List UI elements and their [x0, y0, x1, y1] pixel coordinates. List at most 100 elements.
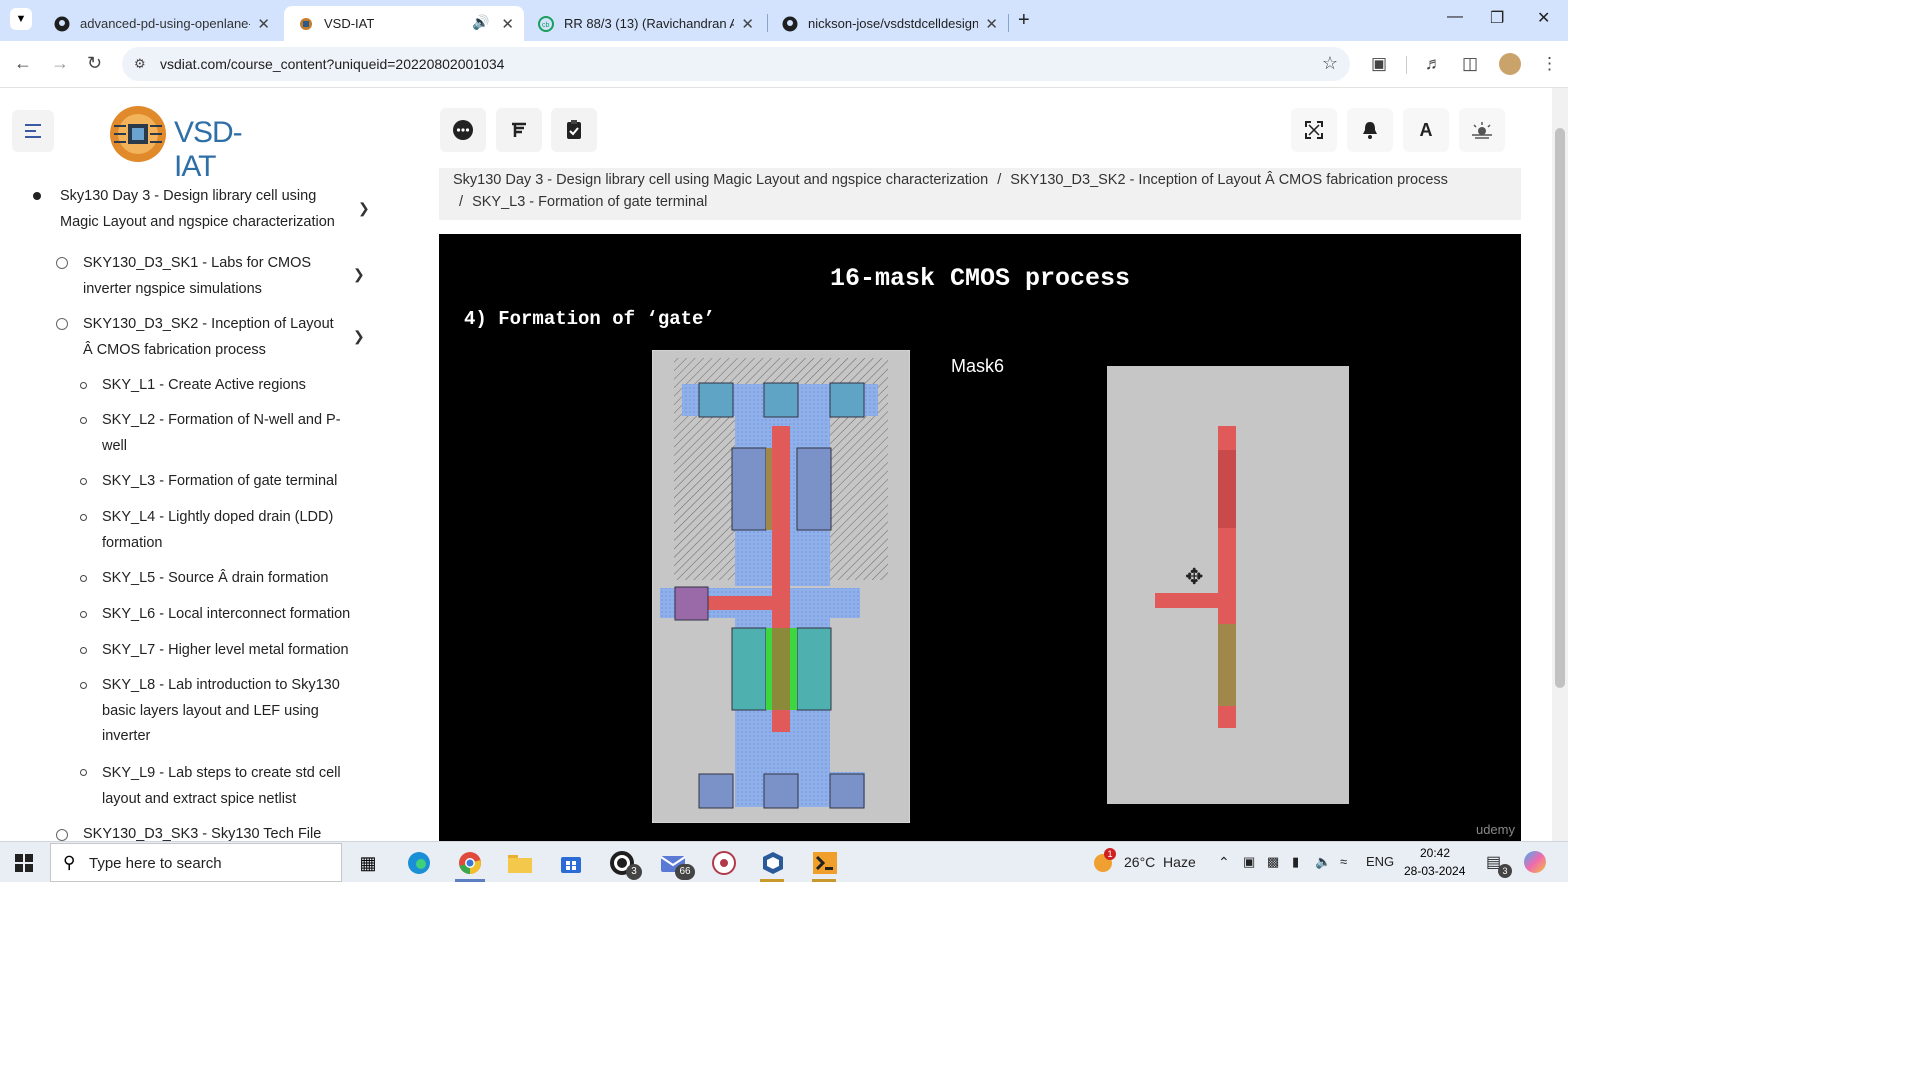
notes-icon[interactable] [496, 108, 542, 152]
tab-title: nickson-jose/vsdstdcelldesign: [808, 16, 978, 31]
sidebar-item-l6[interactable]: SKY_L6 - Local interconnect formation [102, 602, 392, 628]
new-tab-icon[interactable]: + [1018, 9, 1030, 32]
sidebar-item-sk3[interactable]: SKY130_D3_SK3 - Sky130 Tech File [83, 822, 383, 841]
close-icon[interactable]: ✕ [741, 15, 754, 33]
extensions-icon[interactable]: ▣ [1371, 54, 1387, 74]
side-panel-icon[interactable]: ◫ [1462, 54, 1478, 74]
window-close-icon[interactable]: ✕ [1537, 8, 1550, 28]
breadcrumb-separator: / [997, 172, 1002, 188]
terminal-app-icon[interactable] [810, 848, 840, 878]
small-circle-icon [80, 514, 87, 521]
sidebar-item-l5[interactable]: SKY_L5 - Source Â drain formation [102, 566, 382, 592]
site-info-icon[interactable]: ⚙ [134, 56, 146, 72]
audio-icon[interactable]: 🔊 [472, 14, 489, 31]
minimize-icon[interactable]: — [1447, 8, 1463, 26]
user-avatar[interactable]: A [1403, 108, 1449, 152]
windows-start-icon[interactable] [15, 854, 33, 877]
small-circle-icon [80, 382, 87, 389]
small-circle-icon [80, 647, 87, 654]
copilot-icon[interactable] [1524, 851, 1546, 873]
chat-icon[interactable] [440, 108, 486, 152]
camera-icon[interactable]: ▩ [1267, 854, 1279, 870]
browser-menu-icon[interactable]: ⋮ [1541, 54, 1558, 74]
theme-toggle-icon[interactable] [1459, 108, 1505, 152]
vsd-iat-logo[interactable]: VSD-IAT [104, 102, 264, 183]
breadcrumb: Sky130 Day 3 - Design library cell using… [439, 168, 1521, 220]
url-text[interactable]: vsdiat.com/course_content?uniqueid=20220… [160, 56, 504, 72]
task-view-icon[interactable]: ▦ [353, 848, 383, 878]
small-circle-icon [80, 682, 87, 689]
meet-icon[interactable]: ▣ [1243, 854, 1255, 870]
chevron-up-icon[interactable]: ⌃ [1218, 854, 1230, 871]
breadcrumb-sk2[interactable]: SKY130_D3_SK2 - Inception of Layout Â CM… [1010, 172, 1448, 188]
small-circle-icon [80, 575, 87, 582]
fullscreen-icon[interactable] [1291, 108, 1337, 152]
address-bar[interactable]: ⚙ vsdiat.com/course_content?uniqueid=202… [122, 47, 1350, 81]
clipboard-check-icon[interactable] [551, 108, 597, 152]
settings-app-icon[interactable] [709, 848, 739, 878]
clock-date[interactable]: 28-03-2024 [1404, 864, 1465, 878]
bullet-icon [33, 192, 41, 200]
tab-search-icon[interactable]: ▼ [10, 8, 32, 30]
scrollbar-thumb[interactable] [1555, 128, 1565, 688]
virtualbox-icon[interactable] [758, 848, 788, 878]
tab-vsd-iat[interactable]: VSD-IAT 🔊 ✕ [284, 6, 524, 41]
battery-icon[interactable]: ▮ [1292, 854, 1299, 870]
tab-rr[interactable]: cb RR 88/3 (13) (Ravichandran Ash ✕ [524, 6, 764, 41]
github-icon [54, 16, 70, 32]
profile-avatar[interactable] [1499, 53, 1521, 75]
chevron-right-icon[interactable]: ❯ [353, 328, 365, 345]
volume-icon[interactable]: 🔈 [1315, 854, 1331, 870]
back-icon[interactable]: ← [14, 53, 32, 74]
weather-text[interactable]: 26°C Haze [1124, 854, 1196, 870]
clock-time[interactable]: 20:42 [1420, 846, 1450, 860]
chrome-icon[interactable] [455, 848, 485, 878]
media-control-icon[interactable]: ♬ [1425, 54, 1442, 74]
breadcrumb-day3[interactable]: Sky130 Day 3 - Design library cell using… [453, 172, 988, 188]
wifi-icon[interactable]: ≈ [1340, 854, 1347, 869]
edge-icon[interactable] [404, 848, 434, 878]
tab-advanced-pd[interactable]: advanced-pd-using-openlane-s ✕ [40, 6, 280, 41]
small-circle-icon [80, 611, 87, 618]
chevron-right-icon[interactable]: ❯ [358, 200, 370, 217]
vsd-icon [298, 16, 314, 32]
forward-icon[interactable]: → [51, 53, 69, 74]
language-indicator[interactable]: ENG [1366, 854, 1394, 869]
lesson-content: A Sky130 Day 3 - Design library cell usi… [408, 88, 1552, 841]
tab-divider [1008, 14, 1009, 32]
sidebar-item-l8[interactable]: SKY_L8 - Lab introduction to Sky130 basi… [102, 673, 352, 750]
chevron-right-icon[interactable]: ❯ [353, 266, 365, 283]
sidebar-item-l4[interactable]: SKY_L4 - Lightly doped drain (LDD) forma… [102, 505, 352, 556]
svg-text:cb: cb [542, 22, 550, 29]
search-icon: ⚲ [63, 853, 76, 872]
hamburger-menu-icon[interactable] [12, 110, 54, 152]
close-icon[interactable]: ✕ [985, 15, 998, 33]
sidebar-item-sk2[interactable]: SKY130_D3_SK2 - Inception of Layout Â CM… [83, 312, 345, 363]
notification-count: 3 [1498, 864, 1512, 878]
sidebar-item-sk1[interactable]: SKY130_D3_SK1 - Labs for CMOS inverter n… [83, 251, 333, 302]
store-icon[interactable] [556, 848, 586, 878]
restore-icon[interactable]: ❐ [1490, 8, 1504, 28]
taskbar-search[interactable]: ⚲ Type here to search [50, 843, 342, 882]
sidebar-item-l3[interactable]: SKY_L3 - Formation of gate terminal [102, 469, 382, 495]
close-icon[interactable]: ✕ [501, 15, 514, 33]
sidebar-item-l1[interactable]: SKY_L1 - Create Active regions [102, 373, 372, 399]
reload-icon[interactable]: ↻ [87, 53, 102, 74]
file-explorer-icon[interactable] [505, 848, 535, 878]
small-circle-icon [80, 417, 87, 424]
page-scrollbar[interactable] [1552, 88, 1568, 841]
sidebar-item-sky130-day3[interactable]: Sky130 Day 3 - Design library cell using… [60, 184, 350, 235]
radio-circle-icon [56, 829, 68, 841]
sidebar-item-l7[interactable]: SKY_L7 - Higher level metal formation [102, 638, 392, 664]
breadcrumb-l3[interactable]: SKY_L3 - Formation of gate terminal [472, 194, 707, 210]
whatsapp-badge: 3 [626, 864, 642, 880]
tab-title: VSD-IAT [324, 16, 375, 31]
tab-nickson[interactable]: nickson-jose/vsdstdcelldesign: ✕ [768, 6, 1008, 41]
close-icon[interactable]: ✕ [257, 15, 270, 33]
video-player[interactable]: 16-mask CMOS process 4) Formation of ‘ga… [439, 234, 1521, 841]
bookmark-star-icon[interactable]: ☆ [1322, 53, 1338, 74]
bell-icon[interactable] [1347, 108, 1393, 152]
sidebar-item-l2[interactable]: SKY_L2 - Formation of N-well and P-well [102, 408, 352, 459]
sidebar-item-l9[interactable]: SKY_L9 - Lab steps to create std cell la… [102, 761, 352, 812]
active-app-indicator [760, 879, 784, 882]
